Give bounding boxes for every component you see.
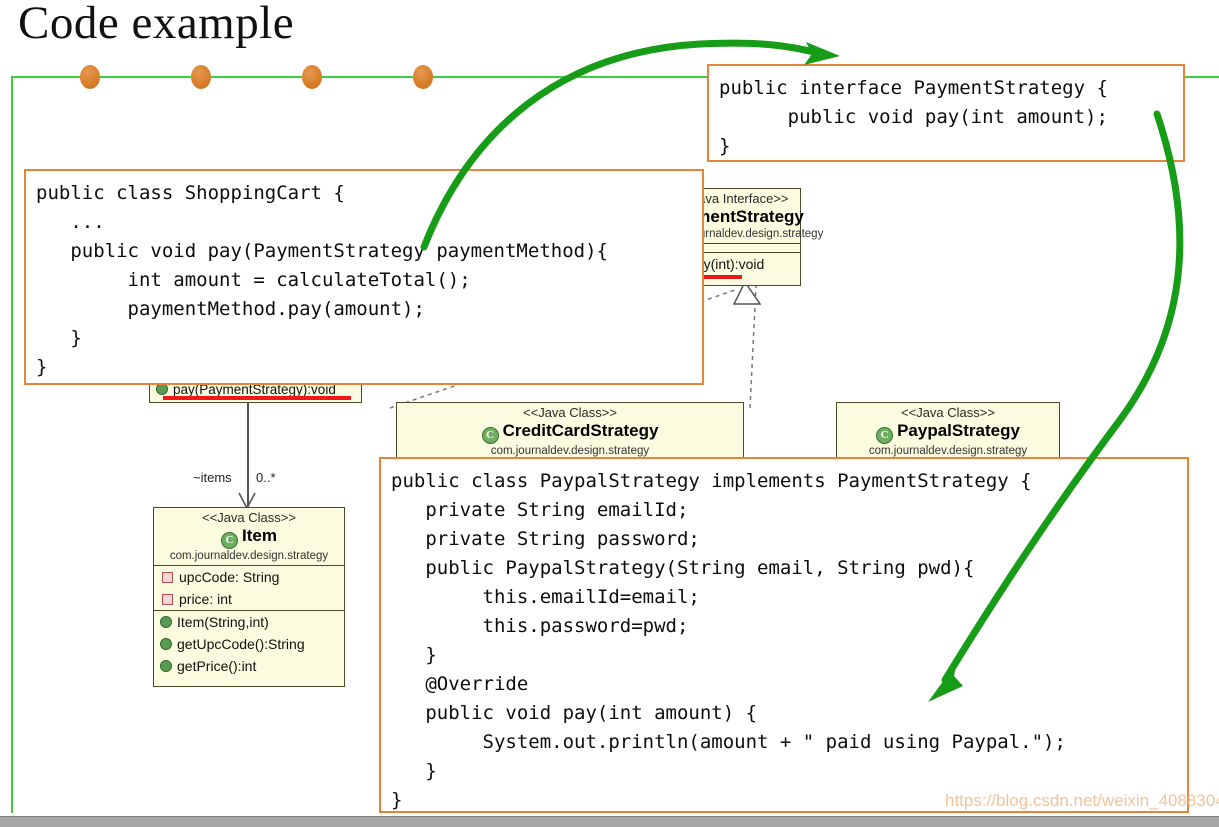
uml-classname-credit-card-strategy: C CreditCardStrategy [397, 421, 743, 444]
uml-highlight-underline-shopping-cart [163, 396, 351, 400]
decorative-vertical-rule [11, 76, 13, 813]
code-box-payment-strategy-interface: public interface PaymentStrategy { publi… [707, 64, 1185, 162]
uml-association-role: ~items [193, 470, 232, 485]
uml-classname-item: C Item [154, 526, 344, 549]
uml-association-line [247, 393, 249, 507]
public-member-icon [160, 638, 172, 650]
uml-association-multiplicity: 0..* [256, 470, 276, 485]
bottom-status-bar [0, 816, 1219, 827]
class-icon: C [221, 532, 239, 549]
private-field-icon [162, 572, 173, 583]
uml-method-item-2: getPrice():int [154, 655, 344, 677]
uml-label-divider [248, 468, 249, 488]
uml-classname-paypal-strategy: C PaypalStrategy [837, 421, 1059, 444]
uml-methods-item: Item(String,int) getUpcCode():String get… [154, 610, 344, 677]
uml-package-item: com.journaldev.design.strategy [169, 550, 329, 562]
slide-canvas: Code example ~items 0..* <<Java Interfac… [0, 0, 1219, 827]
uml-stereotype-paypal-strategy: <<Java Class>> [901, 405, 995, 420]
uml-class-credit-card-strategy: <<Java Class>> C CreditCardStrategy com.j… [396, 402, 744, 464]
uml-field-item-0: upcCode: String [154, 566, 344, 588]
public-member-icon [160, 660, 172, 672]
class-icon: C [876, 427, 894, 444]
code-box-shopping-cart: public class ShoppingCart { ... public v… [24, 169, 704, 385]
uml-fields-item: upcCode: String price: int [154, 565, 344, 610]
uml-stereotype-credit-card-strategy: <<Java Class>> [523, 405, 617, 420]
uml-method-item-1: getUpcCode():String [154, 633, 344, 655]
class-icon: C [481, 427, 499, 444]
uml-method-item-0: Item(String,int) [154, 611, 344, 633]
uml-field-item-1: price: int [154, 588, 344, 610]
uml-association-arrowhead [238, 492, 256, 510]
bullet-dot-3 [302, 65, 322, 89]
constructor-icon [160, 616, 172, 628]
private-field-icon [162, 594, 173, 605]
bullet-dot-1 [80, 65, 100, 89]
uml-stereotype-item: <<Java Class>> [202, 510, 296, 525]
uml-class-item: <<Java Class>> C Item com.journaldev.desi… [153, 507, 345, 687]
code-box-paypal-strategy: public class PaypalStrategy implements P… [379, 457, 1189, 813]
uml-class-paypal-strategy: <<Java Class>> C PaypalStrategy com.journ… [836, 402, 1060, 464]
bullet-dot-2 [191, 65, 211, 89]
bullet-dot-4 [413, 65, 433, 89]
watermark-text: https://blog.csdn.net/weixin_40883049 [945, 791, 1219, 810]
page-title: Code example [18, 0, 295, 49]
